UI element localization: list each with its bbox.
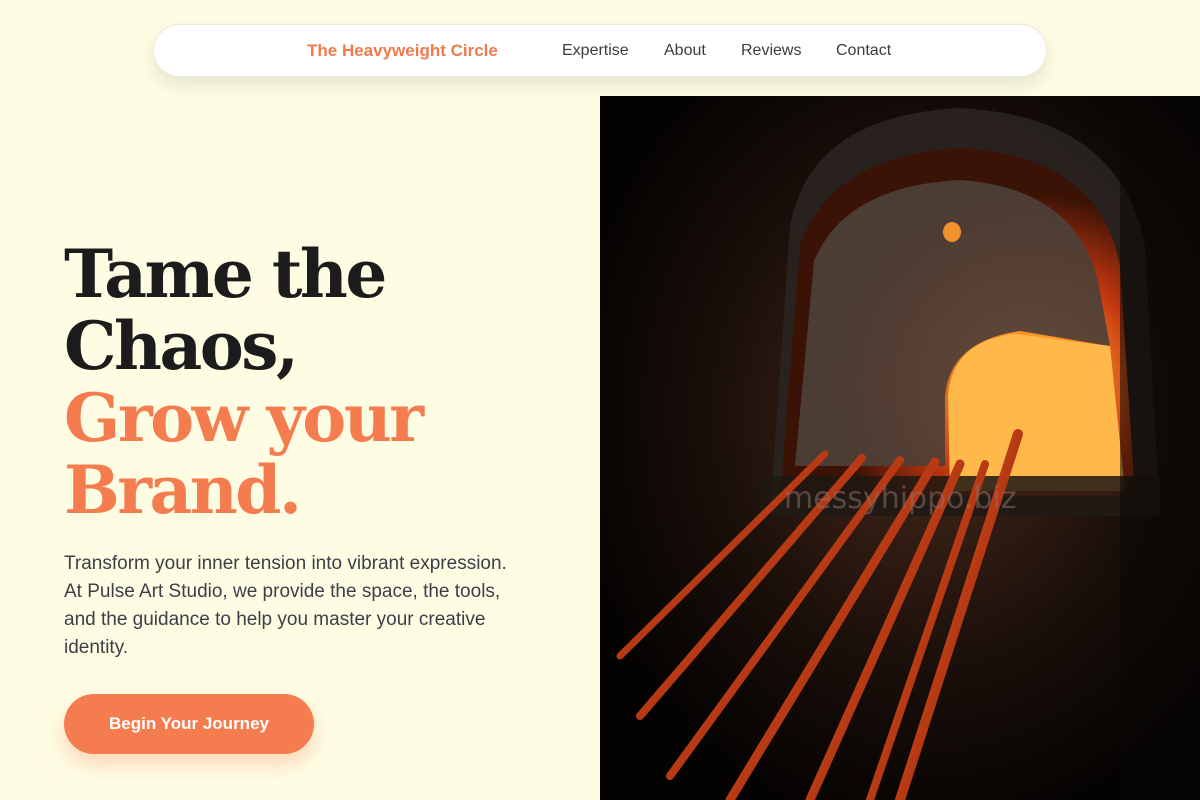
image-watermark: messyhippo.biz xyxy=(784,481,1017,516)
nav-link-expertise[interactable]: Expertise xyxy=(562,42,629,60)
headline-line-1: Tame the xyxy=(64,235,387,313)
landing-page: The Heavyweight Circle Expertise About R… xyxy=(0,0,1200,800)
hero-description: Transform your inner tension into vibran… xyxy=(64,553,507,658)
headline-accent-line-1: Grow your xyxy=(64,379,424,457)
headline-accent-line-2: Brand. xyxy=(64,451,302,529)
nav-link-about[interactable]: About xyxy=(664,42,706,60)
nav-link-reviews[interactable]: Reviews xyxy=(741,42,801,60)
brand-logo-link[interactable]: The Heavyweight Circle xyxy=(307,41,498,61)
headline-line-2: Chaos, xyxy=(64,307,299,385)
hero-headline: Tame the Chaos, Grow your Brand. xyxy=(64,238,584,526)
forge-hero-image: messyhippo.biz xyxy=(600,96,1200,800)
forge-illustration xyxy=(600,96,1200,800)
nav-link-contact[interactable]: Contact xyxy=(836,42,891,60)
begin-journey-button[interactable]: Begin Your Journey xyxy=(64,694,314,754)
top-navigation: The Heavyweight Circle Expertise About R… xyxy=(153,24,1047,77)
